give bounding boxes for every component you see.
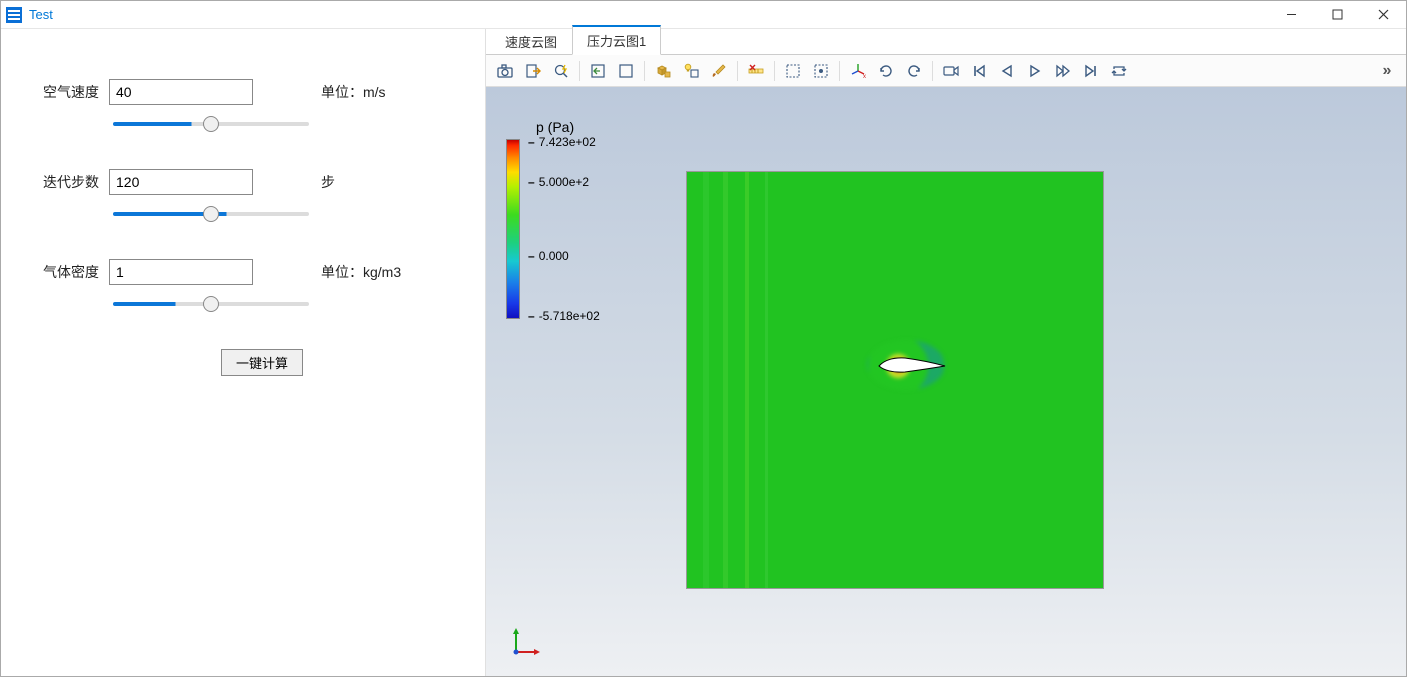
tick-label: 5.000e+2 — [539, 175, 589, 189]
parameter-panel: 空气速度 单位：m/s 迭代步数 步 气体密度 单位：kg/m3 一键计算 — [1, 29, 485, 676]
maximize-button[interactable] — [1314, 1, 1360, 29]
search-zap-icon[interactable] — [548, 58, 574, 84]
close-button[interactable] — [1360, 1, 1406, 29]
camera-record-icon[interactable] — [938, 58, 964, 84]
axis-xyz-icon[interactable]: x — [845, 58, 871, 84]
box-blank-icon[interactable] — [613, 58, 639, 84]
play-rev-icon[interactable] — [994, 58, 1020, 84]
window-title: Test — [29, 7, 1268, 22]
ruler-cross-icon[interactable] — [743, 58, 769, 84]
air-velocity-label: 空气速度 — [31, 82, 99, 102]
toolbar-separator — [839, 61, 840, 81]
toolbar-separator — [644, 61, 645, 81]
title-bar: Test — [1, 1, 1406, 29]
play-ff-icon[interactable] — [1050, 58, 1076, 84]
skip-first-icon[interactable] — [966, 58, 992, 84]
select-rect-icon[interactable] — [780, 58, 806, 84]
brush-icon[interactable] — [706, 58, 732, 84]
camera-icon[interactable] — [492, 58, 518, 84]
visualization-panel: 速度云图 压力云图1 x — [485, 29, 1406, 676]
skip-last-icon[interactable] — [1078, 58, 1104, 84]
density-slider[interactable] — [113, 302, 309, 306]
toolbar-overflow-icon[interactable]: » — [1374, 58, 1400, 84]
box-back-icon[interactable] — [585, 58, 611, 84]
play-icon[interactable] — [1022, 58, 1048, 84]
toolbar-separator — [774, 61, 775, 81]
app-icon — [5, 6, 23, 24]
density-unit: 单位：kg/m3 — [321, 262, 401, 282]
tab-bar: 速度云图 压力云图1 — [486, 29, 1406, 55]
calculate-button[interactable]: 一键计算 — [221, 349, 303, 376]
tab-pressure[interactable]: 压力云图1 — [572, 25, 661, 55]
airfoil-shape — [877, 355, 947, 377]
rotate-ccw-icon[interactable] — [873, 58, 899, 84]
loop-icon[interactable] — [1106, 58, 1132, 84]
tick-label: -5.718e+02 — [539, 309, 600, 323]
legend-title: p (Pa) — [536, 119, 600, 135]
lightbulb-cube-icon[interactable] — [678, 58, 704, 84]
iterations-slider[interactable] — [113, 212, 309, 216]
toolbar-separator — [579, 61, 580, 81]
iterations-input[interactable] — [109, 169, 253, 195]
density-input[interactable] — [109, 259, 253, 285]
toolbar-separator — [737, 61, 738, 81]
color-legend: p (Pa) 7.423e+02 5.000e+2 0.000 -5.718e+… — [506, 119, 600, 319]
air-velocity-input[interactable] — [109, 79, 253, 105]
viewport-3d[interactable]: p (Pa) 7.423e+02 5.000e+2 0.000 -5.718e+… — [486, 87, 1406, 676]
iterations-unit: 步 — [321, 172, 335, 192]
pressure-field — [686, 171, 1104, 589]
viewport-toolbar: x » — [486, 55, 1406, 87]
tick-label: 0.000 — [539, 249, 569, 263]
density-label: 气体密度 — [31, 262, 99, 282]
air-velocity-unit: 单位：m/s — [321, 82, 386, 102]
axis-gizmo-icon — [510, 624, 542, 656]
air-velocity-slider[interactable] — [113, 122, 309, 126]
minimize-button[interactable] — [1268, 1, 1314, 29]
export-icon[interactable] — [520, 58, 546, 84]
tab-velocity[interactable]: 速度云图 — [490, 27, 572, 55]
tick-label: 7.423e+02 — [539, 135, 596, 149]
cubes-icon[interactable] — [650, 58, 676, 84]
svg-text:x: x — [863, 74, 866, 80]
legend-ticks: 7.423e+02 5.000e+2 0.000 -5.718e+02 — [528, 139, 600, 319]
color-bar — [506, 139, 520, 319]
select-all-icon[interactable] — [808, 58, 834, 84]
rotate-cw-icon[interactable] — [901, 58, 927, 84]
toolbar-separator — [932, 61, 933, 81]
iterations-label: 迭代步数 — [31, 172, 99, 192]
